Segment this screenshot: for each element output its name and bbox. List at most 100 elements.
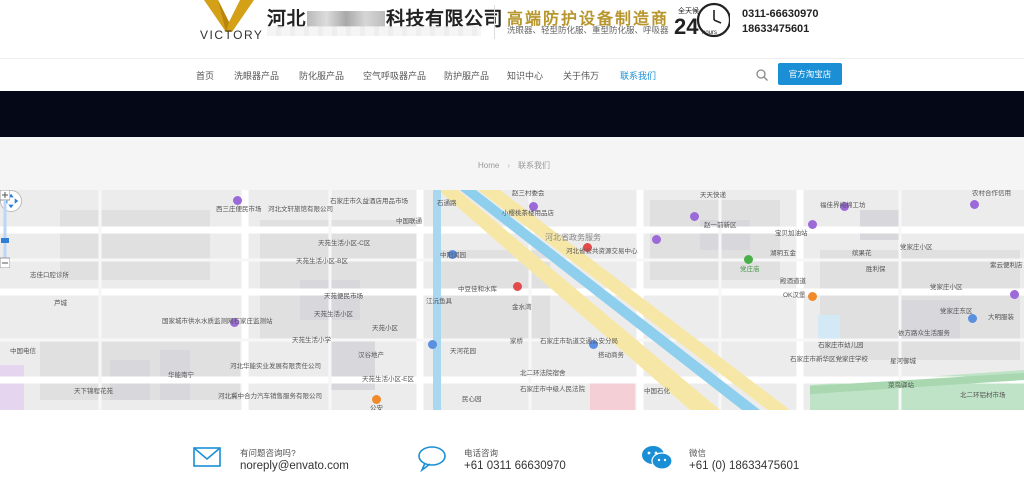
map-label: 华能南宁: [168, 372, 194, 379]
map-label: 天天快递: [700, 192, 726, 199]
nav-item-eyewash[interactable]: 洗眼器产品: [234, 69, 279, 82]
map-label: 天苑小区: [372, 325, 398, 332]
taobao-shop-button[interactable]: 官方淘宝店: [778, 63, 842, 85]
map-label: 宝贝加油站: [775, 230, 808, 237]
map-label: 赵一前新区: [704, 222, 737, 229]
map-label: 殿酒道道: [780, 278, 806, 285]
map-label: 大明服装: [988, 314, 1014, 321]
map-pin-icon[interactable]: [970, 200, 979, 209]
map-label: 天苑生活小学: [292, 337, 331, 344]
map-label: 石家庄市幼儿园: [818, 342, 864, 349]
slogan-sub: 洗眼器、轻型防化服、重型防化服、呼吸器: [507, 25, 669, 35]
header-phone-1: 0311-66630970: [742, 8, 819, 20]
map-label: 金水湾: [512, 304, 532, 311]
email-icon: [193, 447, 221, 467]
badge-number: 24: [674, 14, 699, 39]
search-icon[interactable]: [755, 68, 769, 82]
map-label: 农村合作信用: [972, 190, 1011, 197]
phone-title: 电话咨询: [464, 448, 499, 458]
map-label: 河北文轩旅馆有限公司: [268, 206, 333, 213]
map-zoom-slider[interactable]: [0, 190, 10, 268]
site-header: VICTORY 河北 科技有限公司 高端防护设备制造商 洗眼器、轻型防化服、重型防…: [0, 0, 1024, 58]
map-label: 石家庄市轨道交通公安分局: [540, 338, 618, 345]
map-label: 党家庄小区: [930, 284, 963, 291]
map-pin-icon[interactable]: [652, 235, 661, 244]
map-label: 芦城: [54, 300, 67, 307]
map-pin-icon[interactable]: [968, 314, 977, 323]
map-label: 家桥: [510, 338, 523, 345]
contact-section: 有问题咨询吗? noreply@envato.com 电话咨询 +61 0311…: [0, 410, 1024, 493]
map-pin-icon[interactable]: [744, 255, 753, 264]
nav-item-knowledge[interactable]: 知识中心: [507, 69, 543, 82]
email-title: 有问题咨询吗?: [240, 448, 296, 458]
map-label: 国家城市供水水质监测网石家庄监测站: [162, 318, 273, 325]
location-marker-icon[interactable]: [513, 282, 522, 291]
map-pin-icon[interactable]: [428, 340, 437, 349]
map-label: 石家庄市久益酒店用品市场: [330, 198, 408, 205]
nav-item-contact[interactable]: 联系我们: [620, 69, 656, 82]
phone-link[interactable]: +61 0311 66630970: [464, 460, 566, 472]
badge-unit: hours: [702, 30, 717, 36]
breadcrumb-home[interactable]: Home: [478, 161, 499, 170]
map-label: 党家庄小区: [900, 244, 933, 251]
wechat-icon: [642, 446, 673, 470]
map-label: 天苑生活小区: [314, 311, 353, 318]
map-pin-icon[interactable]: [808, 292, 817, 301]
nav-item-chemical-suit[interactable]: 防化服产品: [299, 69, 344, 82]
map-label: 依方路众生活服务: [898, 330, 950, 337]
map-pin-icon[interactable]: [233, 196, 242, 205]
nav-item-home[interactable]: 首页: [196, 69, 214, 82]
map-label: 中国联通: [396, 218, 422, 225]
map-label: 中国电信: [10, 348, 36, 355]
map-pin-icon[interactable]: [372, 395, 381, 404]
map-label: 石家庄市中级人民法院: [520, 386, 585, 393]
chat-bubble-icon: [418, 446, 446, 472]
map-label: 中阳润园: [440, 252, 466, 259]
map-label: 天苑生活小区-C区: [318, 240, 371, 247]
map-label: 搭动商务: [598, 352, 624, 359]
nav-item-protective-suit[interactable]: 防护服产品: [444, 69, 489, 82]
redacted-block: [307, 11, 386, 27]
map-label: 菜鸟驿站: [888, 382, 914, 389]
map-label: 石家庄市新华区党家庄学校: [790, 356, 868, 363]
header-phones: 0311-66630970 18633475601: [742, 7, 818, 37]
main-nav: 首页 洗眼器产品 防化服产品 空气呼吸器产品 防护服产品 知识中心 关于伟万 联…: [0, 58, 1024, 91]
map-label: 赵三村委会: [512, 190, 545, 197]
wechat-title: 微信: [689, 448, 707, 458]
map-label: 北二环铝材市场: [960, 392, 1006, 399]
map-label: 天下锦程花苑: [74, 388, 113, 395]
location-map[interactable]: 石通路 赵三村委会 天天快递 西三庄便民市场 河北文轩旅馆有限公司 石家庄市久益…: [0, 190, 1024, 410]
map-label: OK汉堡: [783, 292, 806, 299]
map-pin-icon[interactable]: [808, 220, 817, 229]
map-label: 民心园: [462, 396, 482, 403]
map-label: 河北省政务服务: [545, 233, 601, 242]
map-label: 天苑生活小区-E区: [362, 376, 414, 383]
header-divider: [494, 5, 495, 39]
map-label: 西三庄便民市场: [216, 206, 262, 213]
map-label: 党家庄东区: [940, 308, 973, 315]
map-label: 河北省公共资源交易中心: [566, 248, 638, 255]
map-pin-icon[interactable]: [690, 212, 699, 221]
map-label: 小樱桃茶楼用品店: [502, 210, 554, 217]
page-banner: [0, 91, 1024, 137]
map-label: 福佳界纯棉工坊: [820, 202, 866, 209]
map-label: 志佳口腔诊所: [30, 272, 69, 279]
company-name-reflection: [267, 26, 481, 36]
map-label: 天河花园: [450, 348, 476, 355]
chevron-right-icon: ›: [507, 161, 511, 170]
map-label: 胜利保: [866, 266, 886, 273]
map-label: 河北华能实业发展有限责任公司: [230, 363, 321, 370]
wechat-value[interactable]: +61 (0) 18633475601: [689, 460, 799, 472]
page: VICTORY 河北 科技有限公司 高端防护设备制造商 洗眼器、轻型防化服、重型防…: [0, 0, 1024, 493]
map-pin-icon[interactable]: [1010, 290, 1019, 299]
breadcrumb-bar: Home › 联系我们: [0, 137, 1024, 190]
map-label: 天苑生活小区-B区: [296, 258, 348, 265]
map-label: 党庄庙: [740, 266, 760, 273]
24-hours-badge-icon: 全天候 24 hours: [674, 2, 730, 39]
nav-item-breathing-apparatus[interactable]: 空气呼吸器产品: [363, 69, 426, 82]
breadcrumb-current: 联系我们: [518, 161, 551, 170]
map-label: 汉谷地产: [358, 352, 384, 359]
nav-item-about[interactable]: 关于伟万: [563, 69, 599, 82]
map-base: [0, 190, 1024, 410]
email-link[interactable]: noreply@envato.com: [240, 460, 349, 472]
